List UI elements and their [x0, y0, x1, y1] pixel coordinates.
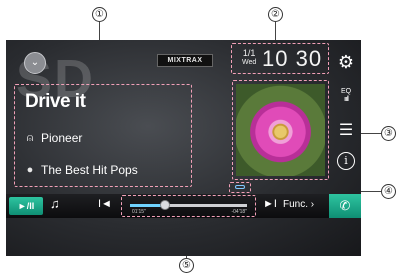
next-track-button[interactable]: ►I [263, 198, 277, 210]
person-icon: ⍝ [26, 131, 34, 144]
info-icon[interactable]: i [337, 152, 355, 170]
remaining-time: -04'18" [231, 209, 247, 215]
album-name: The Best Hit Pops [41, 163, 138, 177]
elapsed-time: 01'15" [132, 209, 146, 215]
artist-row: ⍝ Pioneer [25, 131, 83, 145]
clock-display: 1/1 Wed 10 30 [231, 43, 329, 74]
callout-1: ① [92, 7, 107, 22]
album-art-image [236, 84, 325, 176]
play-pause-button[interactable]: ►/II [9, 197, 43, 215]
control-bar: ►/II ♫ I◄ 01'15" -04'18" ►I Func. › ✆ [6, 194, 361, 218]
album-row: ● The Best Hit Pops [25, 163, 138, 177]
eq-label: EQ [340, 88, 352, 95]
callout-3: ③ [381, 126, 396, 141]
disc-icon: ● [26, 164, 34, 176]
repeat-indicator[interactable] [229, 182, 251, 193]
callout-2: ② [268, 7, 283, 22]
track-info-panel[interactable]: Drive it ⍝ Pioneer ● The Best Hit Pops [14, 84, 192, 187]
callout-4: ④ [381, 184, 396, 199]
track-title: Drive it [25, 91, 86, 112]
eq-button[interactable]: EQ ıııll [334, 88, 358, 104]
func-label: Func. [283, 199, 309, 210]
day-of-week: Wed [242, 59, 257, 66]
date-value: 1/1 [242, 48, 256, 58]
callout-5: ⑤ [179, 258, 194, 273]
phone-icon[interactable]: ✆ [329, 194, 361, 218]
previous-track-button[interactable]: I◄ [98, 198, 112, 210]
date-display: 1/1 Wed [242, 48, 256, 68]
repeat-icon [235, 185, 245, 189]
album-artwork[interactable] [232, 80, 329, 180]
chevron-down-icon: ⌄ [30, 57, 40, 68]
func-button[interactable]: Func. › [283, 199, 314, 210]
time-value: 10 30 [262, 46, 323, 71]
source-menu-button[interactable]: ⌄ [24, 52, 46, 74]
gear-icon[interactable]: ⚙ [334, 52, 358, 73]
seek-bar[interactable]: 01'15" -04'18" [121, 195, 256, 217]
eq-bars-icon: ıııll [344, 96, 349, 103]
list-icon[interactable]: ☰ [334, 120, 358, 140]
artist-name: Pioneer [41, 131, 83, 145]
head-unit-screen: SD ⌄ MIXTRAX 1/1 Wed 10 30 Drive it ⍝ Pi… [6, 40, 361, 256]
seek-handle[interactable] [160, 200, 171, 210]
mixtrax-button[interactable]: MIXTRAX [157, 54, 213, 67]
music-note-icon[interactable]: ♫ [50, 196, 60, 211]
